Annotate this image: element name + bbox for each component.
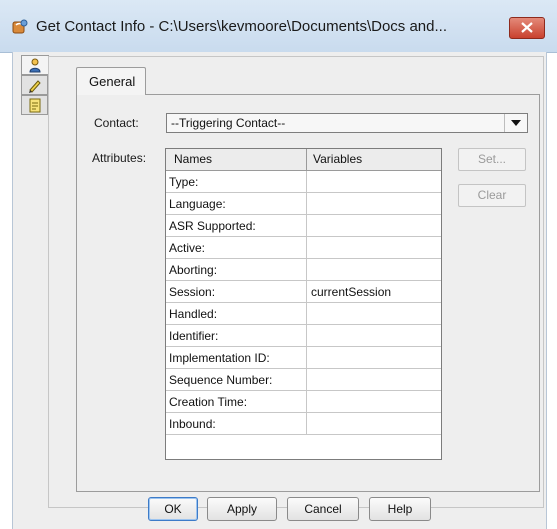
note-icon (29, 98, 41, 113)
cell-divider (306, 171, 307, 193)
table-row[interactable]: Implementation ID: (166, 347, 441, 369)
set-button[interactable]: Set... (458, 148, 526, 171)
table-header: Names Variables (166, 149, 441, 171)
window-title: Get Contact Info - C:\Users\kevmoore\Doc… (36, 18, 447, 35)
phone-script-icon (12, 19, 28, 35)
cell-divider (306, 347, 307, 369)
header-names[interactable]: Names (174, 152, 212, 166)
cell-divider (306, 413, 307, 435)
attribute-name: Active: (169, 241, 206, 255)
attribute-name: Handled: (169, 307, 218, 321)
side-tab-general[interactable] (21, 55, 49, 75)
attribute-name: ASR Supported: (169, 219, 256, 233)
attribute-name: Aborting: (169, 263, 218, 277)
table-row[interactable]: ASR Supported: (166, 215, 441, 237)
cell-divider (306, 281, 307, 303)
attributes-label: Attributes: (92, 151, 147, 165)
cell-divider (306, 215, 307, 237)
attribute-name: Inbound: (169, 417, 216, 431)
person-icon (29, 58, 41, 73)
attributes-table[interactable]: Names Variables Type: Language: ASR Supp… (165, 148, 442, 460)
side-tab-notes[interactable] (21, 95, 48, 115)
table-row[interactable]: Identifier: (166, 325, 441, 347)
contact-select[interactable]: --Triggering Contact-- (166, 113, 528, 133)
table-row[interactable]: Inbound: (166, 413, 441, 435)
tab-general-label: General (89, 74, 136, 89)
close-button[interactable] (509, 17, 545, 39)
table-row[interactable]: Type: (166, 171, 441, 193)
table-row[interactable]: Sequence Number: (166, 369, 441, 391)
cell-divider (306, 259, 307, 281)
table-row[interactable]: Active: (166, 237, 441, 259)
tab-general[interactable]: General (76, 67, 146, 95)
cell-divider (306, 237, 307, 259)
cancel-button[interactable]: Cancel (287, 497, 359, 521)
table-row[interactable]: Session: currentSession (166, 281, 441, 303)
dialog-window: Get Contact Info - C:\Users\kevmoore\Doc… (0, 0, 557, 529)
cell-divider (306, 369, 307, 391)
close-icon (521, 22, 533, 33)
table-body: Type: Language: ASR Supported: Active: A… (166, 171, 441, 435)
cell-divider (306, 193, 307, 215)
table-row[interactable]: Handled: (166, 303, 441, 325)
attribute-name: Language: (169, 197, 226, 211)
attribute-name: Session: (169, 285, 216, 299)
contact-select-value: --Triggering Contact-- (171, 116, 286, 130)
pencil-icon (29, 80, 41, 93)
apply-button[interactable]: Apply (207, 497, 277, 521)
cell-divider (306, 303, 307, 325)
attribute-name: Type: (169, 175, 199, 189)
attribute-name: Sequence Number: (169, 373, 273, 387)
title-bar: Get Contact Info - C:\Users\kevmoore\Doc… (0, 0, 557, 53)
contact-label: Contact: (94, 116, 139, 130)
contact-dropdown-button[interactable] (504, 114, 527, 132)
help-button[interactable]: Help (369, 497, 431, 521)
table-row[interactable]: Aborting: (166, 259, 441, 281)
chevron-down-icon (511, 120, 521, 126)
ok-button[interactable]: OK (148, 497, 198, 521)
side-tab-edit[interactable] (21, 75, 48, 95)
cell-divider (306, 325, 307, 347)
table-row[interactable]: Creation Time: (166, 391, 441, 413)
table-row[interactable]: Language: (166, 193, 441, 215)
attribute-name: Implementation ID: (169, 351, 270, 365)
header-variables[interactable]: Variables (313, 152, 362, 166)
attribute-name: Creation Time: (169, 395, 248, 409)
header-divider (306, 149, 307, 170)
attribute-name: Identifier: (169, 329, 219, 343)
attribute-variable[interactable]: currentSession (311, 285, 391, 299)
cell-divider (306, 391, 307, 413)
clear-button[interactable]: Clear (458, 184, 526, 207)
